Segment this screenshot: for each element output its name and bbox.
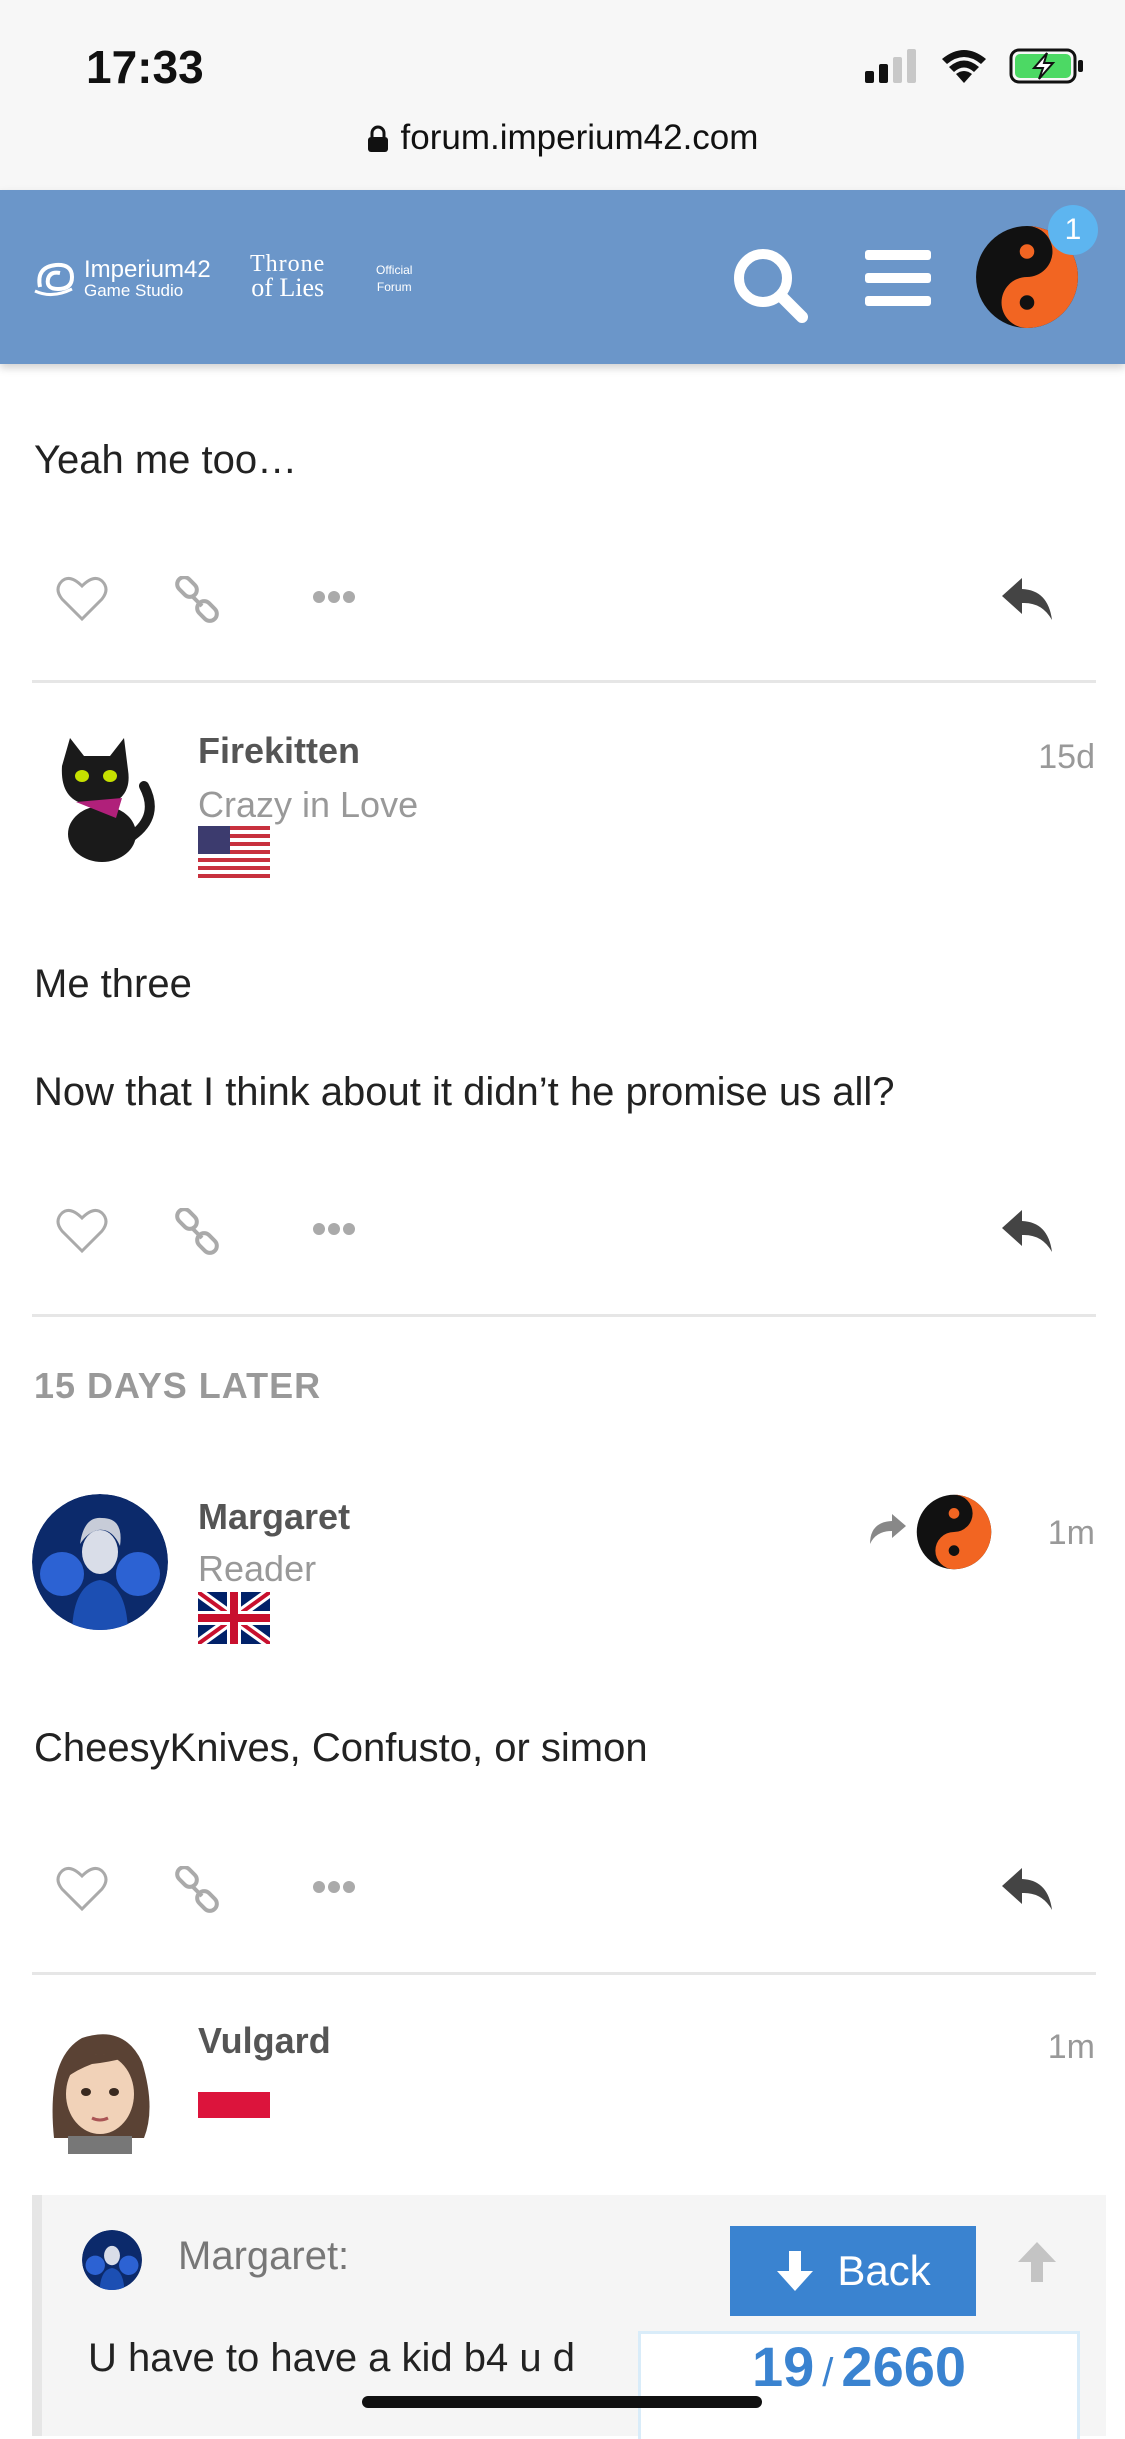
imperium42-logo[interactable]: Imperium42 Game Studio: [32, 258, 211, 299]
post-actions: [0, 1858, 1125, 1918]
post-divider: [32, 680, 1096, 683]
back-button-label: Back: [837, 2247, 931, 2294]
post-progress-indicator[interactable]: 19/2660: [638, 2331, 1080, 2439]
reply-arrow-icon[interactable]: [998, 574, 1056, 624]
lock-icon: [367, 125, 388, 152]
arrow-down-icon: [777, 2251, 814, 2291]
quote-text: U have to have a kid b4 u d: [88, 2336, 575, 2380]
us-flag-icon: [198, 826, 270, 878]
like-heart-icon[interactable]: [56, 1866, 108, 1912]
reply-arrow-icon[interactable]: [998, 1206, 1056, 1256]
address-bar[interactable]: forum.imperium42.com: [0, 118, 1125, 158]
official-forum-label: Official Forum: [376, 262, 412, 296]
poland-flag-icon: [198, 2092, 270, 2118]
logo-primary-text: Imperium42: [84, 256, 211, 283]
reply-to-arrow-icon: [870, 1514, 906, 1544]
post-body-text: Me three: [34, 962, 192, 1006]
post-age[interactable]: 15d: [1038, 738, 1095, 777]
home-indicator[interactable]: [362, 2396, 762, 2408]
reply-to-user-avatar[interactable]: [916, 1494, 992, 1570]
more-options-icon[interactable]: [312, 590, 356, 604]
vulgard-avatar[interactable]: [32, 2018, 168, 2154]
search-icon[interactable]: [730, 245, 810, 325]
current-post-number: 19: [752, 2335, 815, 2398]
share-link-icon[interactable]: [172, 1208, 222, 1258]
progress-separator: /: [822, 2351, 834, 2395]
firekitten-avatar[interactable]: [32, 726, 168, 862]
notification-badge[interactable]: 1: [1048, 205, 1098, 255]
url-text: forum.imperium42.com: [400, 118, 759, 157]
total-posts-number: 2660: [841, 2335, 966, 2398]
post-username[interactable]: Margaret: [198, 1496, 350, 1538]
reply-arrow-icon[interactable]: [998, 1864, 1056, 1914]
post-divider: [32, 1314, 1096, 1317]
post-age[interactable]: 1m: [1048, 2028, 1095, 2067]
share-link-icon[interactable]: [172, 1866, 222, 1916]
post-username[interactable]: Vulgard: [198, 2020, 331, 2062]
hamburger-menu-icon[interactable]: [863, 248, 933, 308]
signal-icon: [865, 49, 916, 83]
more-options-icon[interactable]: [312, 1880, 356, 1894]
post-divider: [32, 1972, 1096, 1975]
logo-primary-subtext: Game Studio: [84, 281, 184, 300]
post-body-text: Yeah me too…: [34, 438, 298, 482]
swirl-logo-icon: [34, 262, 75, 296]
uk-flag-icon: [198, 1592, 270, 1644]
quote-author-avatar: [82, 2230, 142, 2290]
official-label-line2: Forum: [376, 279, 412, 294]
like-heart-icon[interactable]: [56, 1208, 108, 1254]
arrow-up-icon[interactable]: [1016, 2240, 1058, 2284]
logo-game-line2: of Lies: [251, 272, 325, 302]
quote-author-name[interactable]: Margaret:: [178, 2234, 349, 2279]
post-body-text: Now that I think about it didn’t he prom…: [34, 1070, 895, 1114]
throne-of-lies-logo[interactable]: Throne of Lies: [250, 252, 325, 302]
post-age[interactable]: 1m: [1048, 1514, 1095, 1553]
post-body-text: CheesyKnives, Confusto, or simon: [34, 1726, 648, 1770]
forum-header: Imperium42 Game Studio Throne of Lies Of…: [0, 190, 1125, 364]
time-gap-label: 15 DAYS LATER: [34, 1365, 322, 1406]
battery-charging-icon: [1009, 48, 1083, 84]
share-link-icon[interactable]: [172, 576, 222, 626]
post-username[interactable]: Firekitten: [198, 730, 360, 772]
status-icons: [865, 48, 1085, 84]
user-title: Reader: [198, 1548, 317, 1589]
like-heart-icon[interactable]: [56, 576, 108, 622]
post-actions: [0, 568, 1125, 628]
status-time: 17:33: [86, 41, 204, 93]
user-title: Crazy in Love: [198, 784, 419, 825]
more-options-icon[interactable]: [312, 1222, 356, 1236]
margaret-avatar[interactable]: [32, 1494, 168, 1630]
official-label-line1: Official: [376, 263, 413, 277]
back-button[interactable]: Back: [730, 2226, 976, 2316]
status-bar: 17:33 forum.imperium42.com: [0, 0, 1125, 190]
wifi-icon: [942, 50, 986, 83]
post-actions: [0, 1200, 1125, 1260]
